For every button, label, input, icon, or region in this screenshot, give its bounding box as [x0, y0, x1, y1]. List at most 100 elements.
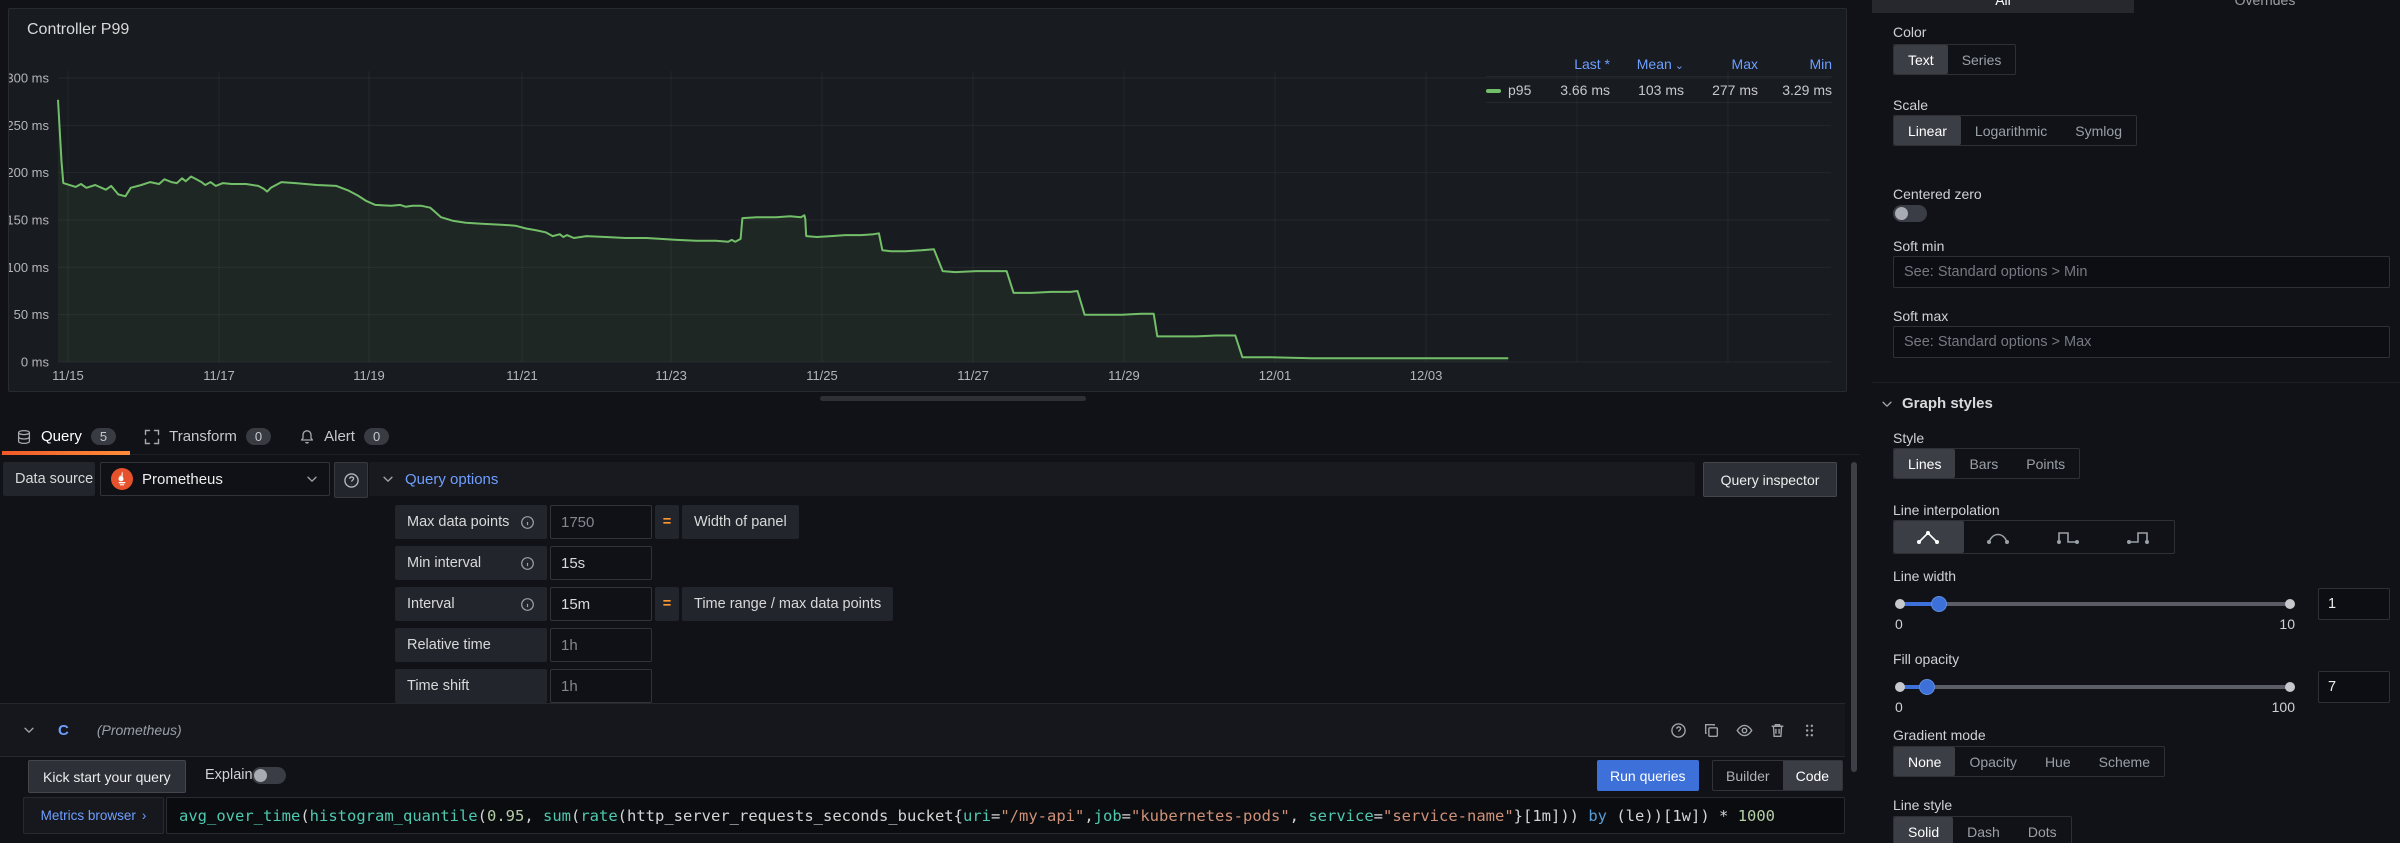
option-input-interval[interactable]: 15m [550, 587, 652, 621]
code-token: { [953, 806, 963, 825]
style-option-bars[interactable]: Bars [1955, 449, 2012, 478]
gradient-mode-option-opacity[interactable]: Opacity [1955, 747, 2030, 776]
tab-alert[interactable]: Alert 0 [285, 419, 403, 454]
code-token: "kubernetes-pods" [1131, 806, 1290, 825]
metrics-browser-button[interactable]: Metrics browser › [23, 797, 164, 834]
interp-step-before-icon [2055, 528, 2083, 546]
tab-transform[interactable]: Transform 0 [130, 419, 285, 454]
mode-option-builder[interactable]: Builder [1713, 761, 1783, 790]
legend-series-name[interactable]: p95 [1486, 82, 1536, 98]
tab-label: Query [41, 428, 82, 445]
tab-query[interactable]: Query 5 [2, 419, 131, 455]
option-label-time-shift: Time shift [395, 669, 547, 703]
query-option-row-interval: Interval 15m = Time range / max data points [395, 587, 894, 621]
scale-option-symlog[interactable]: Symlog [2061, 116, 2136, 145]
series-color-swatch [1486, 88, 1501, 93]
slider-handle[interactable] [1919, 679, 1936, 695]
kick-start-query-button[interactable]: Kick start your query [28, 760, 186, 793]
option-input-min-interval[interactable]: 15s [550, 546, 652, 580]
slider-min-label: 0 [1895, 699, 1903, 715]
x-axis-label: 12/03 [1410, 368, 1443, 383]
code-token: )) [1560, 806, 1579, 825]
slider-value-input[interactable]: 1 [2318, 588, 2390, 620]
query-inspector-button[interactable]: Query inspector [1703, 462, 1837, 497]
interp-smooth-button[interactable] [1964, 521, 2034, 553]
option-description: Width of panel [682, 505, 799, 539]
legend-header-min[interactable]: Min [1758, 56, 1832, 72]
gradient-mode-label: Gradient mode [1893, 727, 1986, 743]
slider-track[interactable] [1900, 685, 2290, 689]
tab-label: Alert [324, 428, 355, 445]
panel-resize-handle[interactable] [820, 396, 1086, 401]
gradient-mode-option-hue[interactable]: Hue [2031, 747, 2085, 776]
query-options-fields: Max data points 1750 = Width of panel Min in… [395, 505, 894, 710]
style-option-lines[interactable]: Lines [1894, 449, 1956, 478]
style-radio-group: Lines Bars Points [1893, 448, 2081, 479]
copy-icon[interactable] [1703, 722, 1720, 739]
slider-end-dot [1895, 682, 1905, 692]
scale-option-linear[interactable]: Linear [1894, 116, 1961, 145]
help-icon [343, 472, 360, 489]
transform-icon [144, 429, 160, 445]
trash-icon[interactable] [1769, 722, 1786, 739]
code-token: )) [1644, 806, 1664, 825]
slider-track[interactable] [1900, 602, 2290, 606]
y-axis-label: 300 ms [9, 71, 49, 86]
legend-header-mean[interactable]: Mean ⌄ [1610, 56, 1684, 72]
interp-step-after-button[interactable] [2104, 521, 2174, 553]
line-width-slider: 0 10 1 [1893, 588, 2390, 640]
drag-handle-icon[interactable] [1802, 722, 1817, 739]
code-token: le [1625, 806, 1645, 825]
chevron-down-icon[interactable] [22, 723, 36, 737]
graph-styles-section-header[interactable]: Graph styles [1880, 395, 1993, 412]
option-input-max-data-points[interactable]: 1750 [550, 505, 652, 539]
chevron-right-icon: › [141, 808, 147, 823]
color-radio-group: Text Series [1893, 44, 2017, 75]
slider-handle[interactable] [1931, 596, 1947, 612]
tab-overrides[interactable]: Overrides [2134, 0, 2396, 13]
line-interpolation-group [1893, 520, 2175, 554]
line-interpolation-label: Line interpolation [1893, 502, 2000, 518]
soft-max-input[interactable]: See: Standard options > Max [1893, 326, 2390, 358]
data-source-picker[interactable]: Prometheus [100, 462, 330, 496]
tab-all[interactable]: All [1872, 0, 2134, 13]
y-axis-label: 0 ms [21, 355, 50, 370]
run-queries-button[interactable]: Run queries [1597, 760, 1699, 791]
gradient-mode-option-none[interactable]: None [1894, 747, 1956, 776]
mode-option-code[interactable]: Code [1782, 761, 1843, 790]
legend-stat-value: 3.66 ms [1560, 81, 1610, 98]
scrollbar-thumb[interactable] [1851, 462, 1857, 772]
slider-value-input[interactable]: 7 [2318, 671, 2390, 703]
query-options-header[interactable]: Query options [369, 462, 1695, 496]
style-option-points[interactable]: Points [2012, 449, 2079, 478]
interp-step-before-button[interactable] [2034, 521, 2104, 553]
line-style-option-dash[interactable]: Dash [1953, 817, 2014, 843]
legend-header-last[interactable]: Last * [1536, 56, 1610, 72]
color-option-series[interactable]: Series [1948, 45, 2016, 74]
scale-radio-group: Linear Logarithmic Symlog [1893, 115, 2137, 146]
grafana-panel-editor: Controller P99 0 ms 50 ms 100 ms 150 ms 200 … [0, 0, 2400, 843]
code-token: ( [300, 806, 310, 825]
line-style-option-solid[interactable]: Solid [1894, 817, 1954, 843]
centered-zero-toggle[interactable] [1893, 205, 1927, 222]
legend-header-max[interactable]: Max [1684, 56, 1758, 72]
interp-linear-button[interactable] [1894, 521, 1964, 553]
gradient-mode-option-scheme[interactable]: Scheme [2085, 747, 2164, 776]
scale-option-logarithmic[interactable]: Logarithmic [1961, 116, 2061, 145]
data-source-help-button[interactable] [334, 462, 368, 498]
sort-caret-icon: ⌄ [1674, 59, 1684, 72]
option-input-time-shift[interactable]: 1h [550, 669, 652, 703]
help-icon[interactable] [1670, 722, 1687, 739]
code-token: ( [617, 806, 628, 825]
fill-opacity-slider: 0 100 7 [1893, 671, 2390, 723]
explain-toggle[interactable] [252, 767, 286, 784]
info-icon [520, 597, 535, 612]
option-input-relative-time[interactable]: 1h [550, 628, 652, 662]
color-option-text[interactable]: Text [1894, 45, 1948, 74]
line-style-option-dots[interactable]: Dots [2014, 817, 2071, 843]
eye-icon[interactable] [1736, 722, 1753, 739]
code-token: histogram_quantile [309, 806, 478, 825]
promql-code-input[interactable]: avg_over_time(histogram_quantile(0.95, s… [166, 797, 1845, 834]
code-token: by [1579, 806, 1617, 825]
soft-min-input[interactable]: See: Standard options > Min [1893, 256, 2390, 288]
